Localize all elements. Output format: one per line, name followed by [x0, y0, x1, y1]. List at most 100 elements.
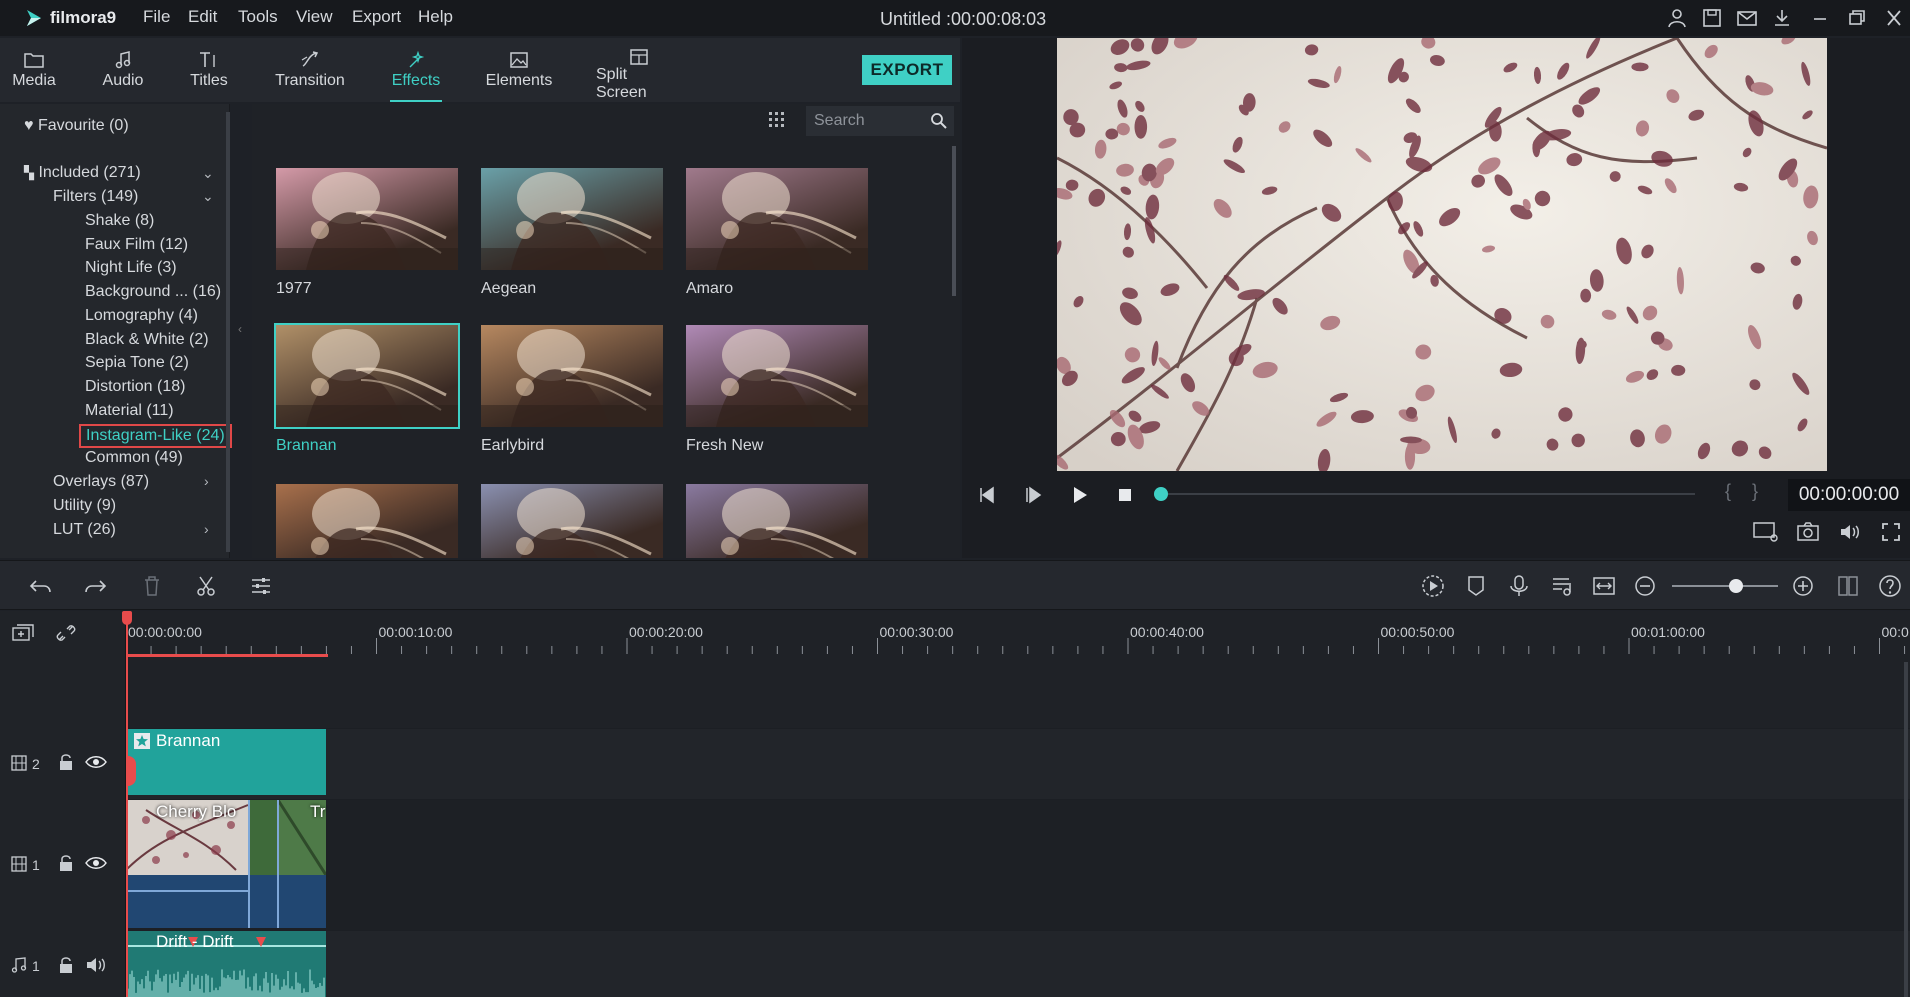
effect-thumbnail[interactable]	[481, 484, 663, 558]
zoom-out-icon[interactable]	[1632, 573, 1658, 599]
sidebar-item-faux-film[interactable]: Faux Film (12)	[85, 236, 188, 254]
previous-frame-icon[interactable]	[973, 482, 999, 508]
work-area-range[interactable]	[126, 654, 328, 657]
sidebar-item-overlays[interactable]: Overlays (87)	[53, 473, 149, 491]
tab-titles[interactable]: Titles	[188, 48, 230, 98]
effect-thumbnail[interactable]: Earlybird	[481, 325, 663, 455]
sidebar-scrollbar[interactable]	[226, 112, 230, 552]
tab-transition[interactable]: Transition	[272, 48, 348, 98]
tab-audio[interactable]: Audio	[100, 48, 146, 98]
sidebar-item-lomography[interactable]: Lomography (4)	[85, 307, 198, 325]
chevron-down-icon[interactable]: ⌄	[202, 188, 214, 205]
add-track-icon[interactable]	[10, 622, 36, 644]
lock-icon[interactable]	[58, 854, 74, 872]
zoom-slider[interactable]	[1672, 585, 1778, 587]
effect-clip-brannan[interactable]: Brannan	[126, 729, 326, 795]
microphone-icon[interactable]	[1506, 573, 1532, 599]
sidebar-item-common[interactable]: Common (49)	[85, 449, 183, 467]
display-settings-icon[interactable]	[1752, 520, 1780, 544]
account-icon[interactable]	[1666, 8, 1688, 28]
delete-icon[interactable]	[139, 573, 165, 599]
play-forward-icon[interactable]	[1020, 482, 1046, 508]
tab-split-screen[interactable]: Split Screen	[596, 48, 682, 101]
effect-thumbnail[interactable]	[276, 484, 458, 558]
eye-icon[interactable]	[85, 755, 107, 769]
effect-thumbnail[interactable]: Amaro	[686, 168, 868, 298]
fullscreen-icon[interactable]	[1880, 521, 1902, 543]
playhead-handle[interactable]	[122, 611, 132, 625]
menu-edit[interactable]: Edit	[188, 7, 217, 27]
menu-view[interactable]: View	[296, 7, 333, 27]
chevron-right-icon[interactable]: ›	[204, 521, 209, 537]
menu-export[interactable]: Export	[352, 7, 401, 27]
help-icon[interactable]	[1877, 573, 1903, 599]
sidebar-item-material[interactable]: Material (11)	[85, 402, 174, 420]
sidebar-item-background[interactable]: Background ... (16)	[85, 283, 221, 301]
play-icon[interactable]	[1066, 482, 1092, 508]
snapshot-camera-icon[interactable]	[1796, 520, 1820, 542]
split-view-icon[interactable]	[1835, 573, 1861, 599]
adjust-icon[interactable]	[248, 573, 274, 599]
fit-timeline-icon[interactable]	[1591, 573, 1617, 599]
playhead[interactable]	[126, 611, 128, 997]
sidebar-item-instagram-like[interactable]: Instagram-Like (24)	[79, 424, 232, 448]
menu-tools[interactable]: Tools	[238, 7, 278, 27]
grid-view-icon[interactable]	[767, 110, 787, 130]
download-icon[interactable]	[1771, 8, 1793, 28]
save-icon[interactable]	[1701, 8, 1723, 28]
speaker-icon[interactable]	[85, 956, 107, 974]
tab-effects[interactable]: Effects	[390, 48, 442, 102]
sidebar-item-distortion[interactable]: Distortion (18)	[85, 378, 185, 396]
lock-icon[interactable]	[58, 753, 74, 771]
redo-icon[interactable]	[82, 573, 108, 599]
eye-icon[interactable]	[85, 856, 107, 870]
sidebar-item-black-white[interactable]: Black & White (2)	[85, 331, 209, 349]
sidebar-item-favourite[interactable]: ♥ Favourite (0)	[24, 117, 129, 135]
audio-mixer-icon[interactable]	[1549, 573, 1575, 599]
scrubber-handle[interactable]	[1154, 487, 1168, 501]
close-icon[interactable]	[1883, 8, 1905, 28]
sidebar-item-night-life[interactable]: Night Life (3)	[85, 259, 177, 277]
effect-thumbnail[interactable]: Aegean	[481, 168, 663, 298]
effect-thumbnail[interactable]	[686, 484, 868, 558]
restore-icon[interactable]	[1846, 8, 1868, 28]
search-input[interactable]	[814, 111, 924, 131]
cut-icon[interactable]	[193, 573, 219, 599]
tab-elements[interactable]: Elements	[486, 48, 552, 98]
stop-icon[interactable]	[1112, 482, 1138, 508]
minimize-icon[interactable]	[1809, 8, 1831, 28]
preview-scrubber[interactable]	[1160, 493, 1695, 495]
zoom-slider-handle[interactable]	[1729, 579, 1743, 593]
export-button[interactable]: EXPORT	[862, 55, 952, 85]
volume-icon[interactable]	[1838, 521, 1862, 543]
effect-thumbnail[interactable]: Fresh New	[686, 325, 868, 455]
marker-icon[interactable]	[1463, 573, 1489, 599]
menu-file[interactable]: File	[143, 7, 170, 27]
sidebar-item-lut[interactable]: LUT (26)	[53, 521, 116, 539]
effect-thumbnail[interactable]: 1977	[276, 168, 458, 298]
gallery-scrollbar[interactable]	[952, 146, 956, 296]
menu-help[interactable]: Help	[418, 7, 453, 27]
mark-in-out[interactable]: { }	[1725, 481, 1766, 502]
undo-icon[interactable]	[28, 573, 54, 599]
audio-clip[interactable]: Drift - Drift	[126, 931, 326, 997]
unlink-icon[interactable]	[55, 622, 77, 644]
timeline-scrollbar[interactable]	[1904, 662, 1908, 997]
search-icon[interactable]	[930, 112, 948, 130]
mail-icon[interactable]	[1736, 8, 1758, 28]
zoom-in-icon[interactable]	[1790, 573, 1816, 599]
sidebar-item-utility[interactable]: Utility (9)	[53, 497, 116, 515]
keyframe-marker-icon[interactable]	[256, 937, 266, 949]
render-preview-icon[interactable]	[1420, 573, 1446, 599]
chevron-down-icon[interactable]: ⌄	[202, 165, 214, 182]
sidebar-item-sepia-tone[interactable]: Sepia Tone (2)	[85, 354, 189, 372]
tab-media[interactable]: Media	[10, 48, 58, 98]
sidebar-item-included[interactable]: ▚ Included (271)	[24, 164, 141, 182]
sidebar-item-shake[interactable]: Shake (8)	[85, 212, 154, 230]
video-clip[interactable]: Cherry Blo Tr	[126, 800, 326, 928]
sidebar-item-filters[interactable]: Filters (149)	[53, 188, 138, 206]
effect-thumbnail[interactable]: Brannan	[274, 323, 460, 455]
collapse-panel-icon[interactable]: ‹	[238, 322, 242, 336]
lock-icon[interactable]	[58, 956, 74, 974]
chevron-right-icon[interactable]: ›	[204, 473, 209, 489]
